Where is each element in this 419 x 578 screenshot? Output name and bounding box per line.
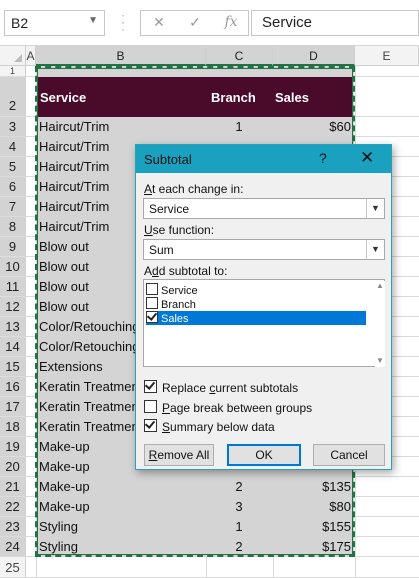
dialog-title-bar[interactable]: Subtotal ? ✕ [136, 145, 391, 173]
summary-below-option[interactable]: Summary below data [144, 419, 275, 434]
row-header-13[interactable]: 13 [0, 317, 26, 337]
row-header-7[interactable]: 7 [0, 197, 26, 217]
column-header-e[interactable]: E [355, 46, 419, 66]
select-all-corner[interactable] [0, 46, 26, 66]
row-header-17[interactable]: 17 [0, 397, 26, 417]
list-item[interactable]: Sales [146, 311, 366, 325]
name-box-value: B2 [11, 15, 29, 31]
scroll-up-icon[interactable]: ▲ [375, 281, 385, 290]
field-checkbox[interactable] [146, 283, 158, 295]
row-header-9[interactable]: 9 [0, 237, 26, 257]
subtotal-fields-list[interactable]: ▲ ▼ Service Branch Sales [143, 279, 385, 367]
ok-button[interactable]: OK [227, 444, 301, 466]
column-header-bar: A B C D E [0, 46, 419, 66]
function-select-value: Sum [149, 243, 174, 257]
page-break-checkbox[interactable] [144, 400, 157, 413]
replace-checkbox[interactable] [144, 380, 157, 393]
replace-subtotals-option[interactable]: Replace current subtotals [144, 380, 298, 395]
row-header-18[interactable]: 18 [0, 417, 26, 437]
field-label: Branch [161, 299, 196, 311]
row-header-14[interactable]: 14 [0, 337, 26, 357]
row-header-19[interactable]: 19 [0, 437, 26, 457]
field-label: Service [161, 285, 198, 297]
row-header-6[interactable]: 6 [0, 177, 26, 197]
field-checkbox[interactable] [146, 297, 158, 309]
column-header-c[interactable]: C [206, 46, 273, 66]
subtotal-dialog: Subtotal ? ✕ At each change in: Service … [135, 144, 392, 470]
drag-handle-icon[interactable]: · · · [116, 9, 130, 35]
row-header-25[interactable]: 25 [0, 557, 26, 578]
scroll-down-icon[interactable]: ▼ [375, 356, 385, 365]
insert-function-icon[interactable]: fx [217, 14, 245, 34]
function-label: Use function: [144, 223, 215, 237]
summary-checkbox[interactable] [144, 419, 157, 432]
page-break-option[interactable]: Page break between groups [144, 400, 312, 415]
change-label: At each change in: [144, 182, 244, 196]
row-header-22[interactable]: 22 [0, 497, 26, 517]
row-header-16[interactable]: 16 [0, 377, 26, 397]
change-select[interactable]: Service ▼ [143, 198, 385, 219]
row-header-2[interactable]: 2 [0, 77, 26, 117]
chevron-down-icon[interactable]: ▼ [366, 240, 384, 259]
row-header-15[interactable]: 15 [0, 357, 26, 377]
cancel-button[interactable]: Cancel [313, 444, 385, 466]
row-header-12[interactable]: 12 [0, 297, 26, 317]
close-icon[interactable]: ✕ [360, 148, 374, 168]
list-scrollbar[interactable]: ▲ ▼ [375, 281, 385, 367]
row-header-8[interactable]: 8 [0, 217, 26, 237]
cancel-icon[interactable]: ✕ [145, 14, 173, 34]
field-label: Sales [161, 313, 189, 325]
row-header-20[interactable]: 20 [0, 457, 26, 477]
enter-icon[interactable]: ✓ [181, 14, 209, 34]
formula-input[interactable]: Service [251, 10, 419, 36]
row-header-24[interactable]: 24 [0, 537, 26, 557]
remove-all-button[interactable]: Remove All [144, 444, 214, 466]
field-checkbox[interactable] [146, 311, 158, 323]
name-box[interactable]: B2 ▼ [4, 10, 105, 36]
function-select[interactable]: Sum ▼ [143, 239, 385, 260]
help-icon[interactable]: ? [319, 150, 327, 166]
row-header-1[interactable]: 1 [0, 66, 26, 77]
chevron-down-icon[interactable]: ▼ [88, 15, 98, 26]
column-header-d[interactable]: D [273, 46, 355, 66]
column-header-a[interactable]: A [26, 46, 36, 66]
formula-buttons: ✕ ✓ fx [140, 10, 249, 36]
row-header-11[interactable]: 11 [0, 277, 26, 297]
column-header-b[interactable]: B [36, 46, 206, 66]
chevron-down-icon[interactable]: ▼ [366, 199, 384, 218]
row-header-23[interactable]: 23 [0, 517, 26, 537]
change-select-value: Service [149, 202, 190, 216]
row-header-5[interactable]: 5 [0, 157, 26, 177]
row-header-4[interactable]: 4 [0, 137, 26, 157]
list-item[interactable]: Service [146, 283, 198, 297]
row-header-10[interactable]: 10 [0, 257, 26, 277]
row-header-3[interactable]: 3 [0, 117, 26, 137]
list-item[interactable]: Branch [146, 297, 196, 311]
row-header-21[interactable]: 21 [0, 477, 26, 497]
add-subtotal-label: Add subtotal to: [144, 264, 228, 278]
dialog-title: Subtotal [144, 152, 192, 167]
